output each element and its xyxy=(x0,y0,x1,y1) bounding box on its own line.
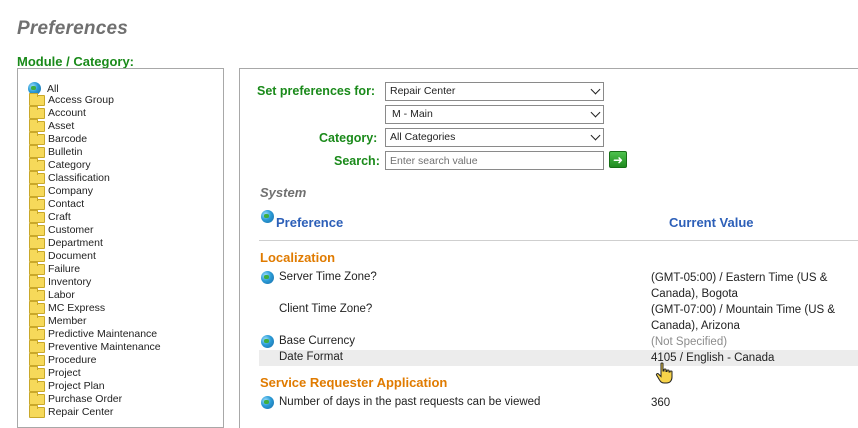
folder-icon xyxy=(29,93,45,106)
pref-value: 360 xyxy=(651,397,671,409)
tree-item[interactable]: Classification xyxy=(29,171,161,185)
folder-icon xyxy=(29,145,45,158)
folder-icon xyxy=(29,106,45,119)
folder-icon xyxy=(29,158,45,171)
folder-icon xyxy=(29,366,45,379)
group-title-localization: Localization xyxy=(260,250,336,265)
folder-icon xyxy=(29,392,45,405)
tree-item[interactable]: Member xyxy=(29,314,161,328)
pref-row-client-time-zone[interactable]: Client Time Zone? (GMT-07:00) / Mountain… xyxy=(259,302,858,334)
tree-item[interactable]: Purchase Order xyxy=(29,392,161,406)
tree-item[interactable]: Repair Center xyxy=(29,405,161,419)
folder-icon xyxy=(29,262,45,275)
folder-icon xyxy=(29,236,45,249)
chevron-down-icon xyxy=(590,84,601,95)
pref-value: (GMT-05:00) / Eastern Time (US & Canada)… xyxy=(651,272,828,300)
chevron-down-icon xyxy=(590,107,601,118)
tree-item[interactable]: Barcode xyxy=(29,132,161,146)
tree-item[interactable]: Department xyxy=(29,236,161,250)
globe-icon xyxy=(261,396,274,409)
folder-icon xyxy=(29,197,45,210)
header-divider xyxy=(259,240,858,241)
pref-name: Number of days in the past requests can … xyxy=(279,396,541,408)
globe-icon xyxy=(261,335,274,348)
pref-row-server-time-zone[interactable]: Server Time Zone? (GMT-05:00) / Eastern … xyxy=(259,270,858,302)
folder-icon xyxy=(29,171,45,184)
folder-icon xyxy=(29,210,45,223)
search-label: Search: xyxy=(334,154,380,168)
category-label: Category: xyxy=(319,131,378,145)
arrow-right-icon: ➜ xyxy=(612,152,624,167)
tree-item[interactable]: Contact xyxy=(29,197,161,211)
folder-icon xyxy=(29,379,45,392)
tree-list: Access Group Account Asset Barcode Bulle… xyxy=(29,93,161,419)
tree-item[interactable]: Project xyxy=(29,366,161,380)
pref-value: (Not Specified) xyxy=(651,336,728,348)
tree-item[interactable]: Inventory xyxy=(29,275,161,289)
tree-item[interactable]: Preventive Maintenance xyxy=(29,340,161,354)
folder-icon xyxy=(29,275,45,288)
tree-item[interactable]: Failure xyxy=(29,262,161,276)
folder-icon xyxy=(29,314,45,327)
pref-value: 4105 / English - Canada xyxy=(651,352,775,364)
pref-name: Date Format xyxy=(279,351,343,363)
module-category-label: Module / Category: xyxy=(17,54,135,69)
search-input[interactable] xyxy=(385,151,604,170)
group-title-service-requester: Service Requester Application xyxy=(260,375,448,390)
chevron-down-icon xyxy=(590,130,601,141)
folder-icon xyxy=(29,405,45,418)
folder-icon xyxy=(29,288,45,301)
folder-icon xyxy=(29,184,45,197)
folder-icon xyxy=(29,301,45,314)
search-go-button[interactable]: ➜ xyxy=(609,151,627,168)
pref-row-base-currency[interactable]: Base Currency (Not Specified) xyxy=(259,334,858,350)
tree-item[interactable]: Project Plan xyxy=(29,379,161,393)
column-header-current-value[interactable]: Current Value xyxy=(669,215,754,230)
pref-row-date-format[interactable]: Date Format 4105 / English - Canada xyxy=(259,350,858,366)
pref-name: Client Time Zone? xyxy=(279,303,373,315)
folder-icon xyxy=(29,353,45,366)
folder-icon xyxy=(29,223,45,236)
repair-center-select[interactable]: M - Main xyxy=(385,105,604,124)
tree-item[interactable]: Account xyxy=(29,106,161,120)
tree-item[interactable]: Craft xyxy=(29,210,161,224)
tree-item[interactable]: Access Group xyxy=(29,93,161,107)
folder-icon xyxy=(29,340,45,353)
column-header-preference[interactable]: Preference xyxy=(276,215,343,230)
tree-item[interactable]: Customer xyxy=(29,223,161,237)
pref-value: (GMT-07:00) / Mountain Time (US & Canada… xyxy=(651,304,836,332)
pref-name: Server Time Zone? xyxy=(279,271,377,283)
tree-item[interactable]: Predictive Maintenance xyxy=(29,327,161,341)
tree-item[interactable]: Bulletin xyxy=(29,145,161,159)
folder-icon xyxy=(29,327,45,340)
folder-icon xyxy=(29,132,45,145)
tree-item[interactable]: Document xyxy=(29,249,161,263)
globe-icon xyxy=(261,210,274,223)
preference-scope-select[interactable]: Repair Center xyxy=(385,82,604,101)
tree-item[interactable]: Procedure xyxy=(29,353,161,367)
hand-cursor-icon xyxy=(655,362,673,384)
category-select[interactable]: All Categories xyxy=(385,128,604,147)
tree-item[interactable]: Labor xyxy=(29,288,161,302)
tree-item[interactable]: MC Express xyxy=(29,301,161,315)
section-title: System xyxy=(260,185,307,200)
folder-icon xyxy=(29,119,45,132)
category-tree-panel[interactable]: All Access Group Account Asset Barcode B… xyxy=(17,68,224,428)
pref-name: Base Currency xyxy=(279,335,356,347)
page-title: Preferences xyxy=(17,18,128,39)
set-preferences-label: Set preferences for: xyxy=(257,84,376,98)
folder-icon xyxy=(29,249,45,262)
pref-row-request-history-days[interactable]: Number of days in the past requests can … xyxy=(259,395,858,411)
tree-item[interactable]: Company xyxy=(29,184,161,198)
tree-item-label: All xyxy=(47,82,59,95)
tree-item[interactable]: Asset xyxy=(29,119,161,133)
globe-icon xyxy=(261,271,274,284)
tree-item[interactable]: Category xyxy=(29,158,161,172)
